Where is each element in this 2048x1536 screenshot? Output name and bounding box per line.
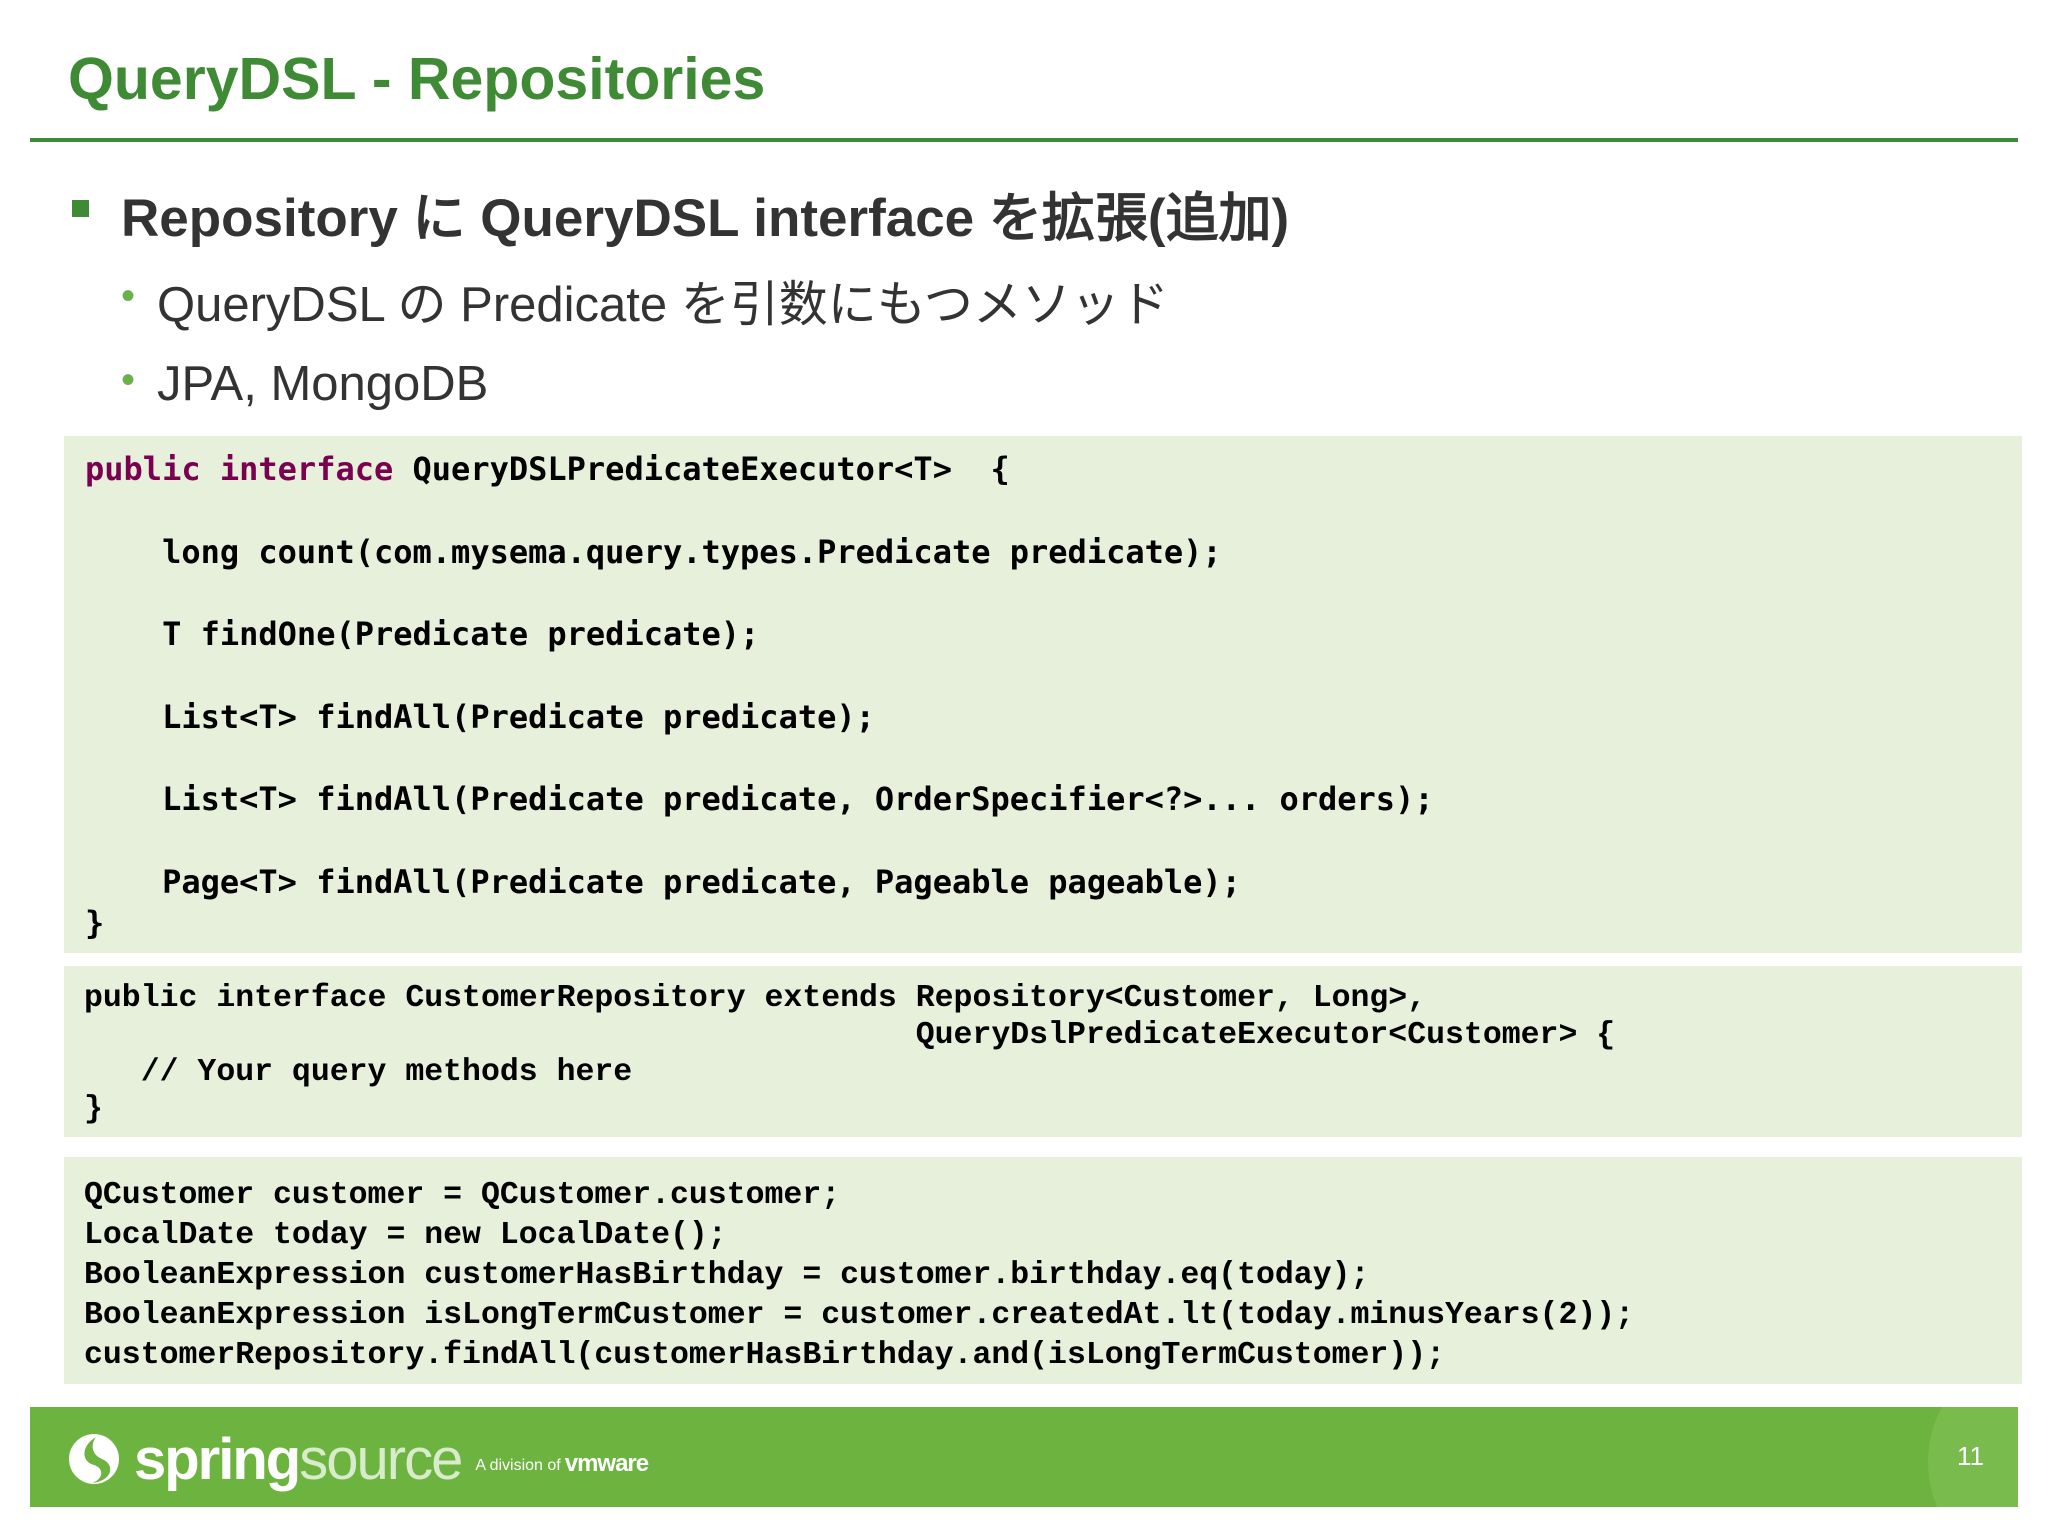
code-line: T findOne(Predicate predicate);	[85, 615, 760, 653]
code-keyword: public	[85, 450, 201, 488]
round-bullet-icon: •	[121, 357, 136, 402]
code-line: }	[85, 903, 105, 942]
logo-division-text: A division of	[475, 1457, 561, 1474]
main-bullet-text: Repository に QueryDSL interface を拡張(追加)	[121, 189, 1290, 248]
round-bullet-icon: •	[121, 273, 136, 318]
code-line: // Your query methods here	[84, 1055, 633, 1090]
code-line: BooleanExpression customerHasBirthday = …	[84, 1258, 1370, 1293]
code-line: customerRepository.findAll(customerHasBi…	[84, 1338, 1446, 1373]
logo-spring-text: spring	[134, 1426, 301, 1492]
spring-leaf-icon	[69, 1434, 119, 1484]
code-text: QueryDSLPredicateExecutor<T> {	[393, 450, 1010, 488]
executor-interface-code: public interface QueryDSLPredicateExecut…	[64, 436, 2022, 953]
title-divider	[30, 138, 2018, 142]
code-line: List<T> findAll(Predicate predicate);	[85, 697, 875, 736]
sub-bullet-text: QueryDSL の Predicate を引数にもつメソッド	[157, 277, 1169, 332]
logo-vmware-text: vmware	[564, 1450, 649, 1477]
slide-title: QueryDSL - Repositories	[68, 46, 766, 112]
code-line: long count(com.mysema.query.types.Predic…	[85, 532, 1222, 571]
code-line: public interface CustomerRepository exte…	[84, 981, 1427, 1016]
main-bullet: Repository に QueryDSL interface を拡張(追加)	[72, 182, 1289, 248]
code-line: LocalDate today = new LocalDate();	[84, 1218, 727, 1253]
code-line: public interface QueryDSLPredicateExecut…	[85, 449, 2022, 490]
sub-bullet: • JPA, MongoDB	[121, 356, 488, 412]
page-number: 11	[1957, 1441, 1984, 1471]
code-line: }	[84, 1092, 103, 1127]
code-keyword: interface	[219, 450, 394, 488]
customer-repository-code: public interface CustomerRepository exte…	[64, 966, 2022, 1137]
logo-source-text: source	[299, 1426, 463, 1492]
sub-bullet-text: JPA, MongoDB	[157, 357, 489, 411]
usage-example-code: QCustomer customer = QCustomer.customer;…	[64, 1157, 2022, 1384]
code-line: BooleanExpression isLongTermCustomer = c…	[84, 1298, 1635, 1333]
springsource-logo: spring source A division of vmware	[66, 1427, 649, 1492]
footer-bar: spring source A division of vmware 11	[30, 1407, 2018, 1507]
code-line: Page<T> findAll(Predicate predicate, Pag…	[85, 862, 1241, 901]
code-line: QueryDslPredicateExecutor<Customer> {	[84, 1018, 1616, 1053]
sub-bullet: • QueryDSL の Predicate を引数にもつメソッド	[121, 272, 1169, 332]
code-line: List<T> findAll(Predicate predicate, Ord…	[85, 780, 1434, 818]
code-line: QCustomer customer = QCustomer.customer;	[84, 1178, 841, 1213]
square-bullet-icon	[72, 199, 89, 217]
